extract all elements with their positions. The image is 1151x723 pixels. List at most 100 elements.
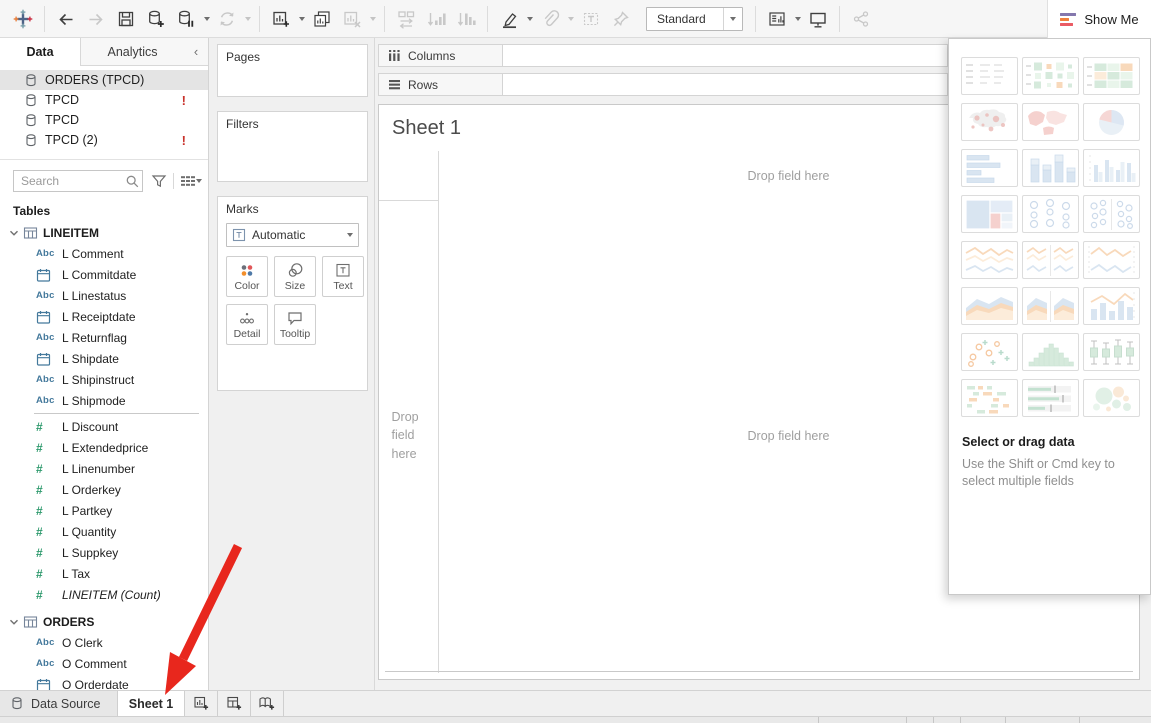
- undo-button[interactable]: [52, 4, 80, 34]
- data-source-item[interactable]: TPCD (2)!: [0, 130, 208, 150]
- field-row[interactable]: AbcL Returnflag: [0, 327, 205, 348]
- highlight-button[interactable]: [495, 4, 523, 34]
- showme-highlight-table[interactable]: [1083, 57, 1140, 95]
- field-row[interactable]: #L Linenumber: [0, 458, 205, 479]
- rows-shelf-droparea[interactable]: [503, 74, 947, 95]
- data-source-item[interactable]: TPCD: [0, 110, 208, 130]
- table-header-lineitem[interactable]: LINEITEM: [0, 222, 205, 243]
- columns-shelf[interactable]: Columns: [378, 44, 948, 67]
- showme-lines-discrete[interactable]: [1022, 241, 1079, 279]
- new-worksheet-button[interactable]: [267, 4, 295, 34]
- mark-type-caret[interactable]: [341, 224, 358, 246]
- showme-gantt[interactable]: [961, 379, 1018, 417]
- run-auto-updates-icon: [217, 9, 237, 29]
- field-row[interactable]: L Shipdate: [0, 348, 205, 369]
- view-options-caret[interactable]: [196, 166, 202, 196]
- collapse-pane-icon[interactable]: ‹: [184, 38, 208, 65]
- columns-shelf-droparea[interactable]: [503, 45, 947, 66]
- pause-auto-updates-dropdown-caret[interactable]: [201, 4, 212, 34]
- data-source-item[interactable]: ORDERS (TPCD): [0, 70, 208, 90]
- data-source-tab[interactable]: Data Source: [0, 691, 118, 716]
- new-worksheet-tab-button[interactable]: [185, 691, 218, 716]
- filter-fields-icon[interactable]: [151, 173, 167, 189]
- text-mark-button[interactable]: Text: [322, 256, 364, 297]
- showme-dual-lines[interactable]: [1083, 241, 1140, 279]
- field-row[interactable]: AbcO Clerk: [0, 632, 205, 653]
- field-row[interactable]: #L Suppkey: [0, 542, 205, 563]
- database-icon: [24, 133, 45, 148]
- color-mark-button[interactable]: Color: [226, 256, 268, 297]
- field-row[interactable]: AbcL Comment: [0, 243, 205, 264]
- fit-select[interactable]: Standard: [646, 7, 743, 31]
- showme-side-by-side-circles[interactable]: [1083, 195, 1140, 233]
- showme-pie-chart[interactable]: [1083, 103, 1140, 141]
- showme-symbol-map[interactable]: [961, 103, 1018, 141]
- field-row[interactable]: L Commitdate: [0, 264, 205, 285]
- drop-zone-rows[interactable]: Drop field here: [379, 200, 438, 671]
- showme-scatter-plot[interactable]: [961, 333, 1018, 371]
- showme-heat-map[interactable]: [1022, 57, 1079, 95]
- field-row[interactable]: #L Orderkey: [0, 479, 205, 500]
- search-input[interactable]: [14, 174, 122, 188]
- tab-data[interactable]: Data: [0, 38, 81, 66]
- field-row[interactable]: #L Discount: [0, 416, 205, 437]
- showme-horizontal-bars[interactable]: [961, 149, 1018, 187]
- table-header-orders[interactable]: ORDERS: [0, 611, 205, 632]
- string-field-icon: Abc: [36, 658, 62, 669]
- show-hide-cards-dropdown-caret[interactable]: [792, 4, 803, 34]
- view-options-icon[interactable]: [180, 174, 196, 188]
- field-row[interactable]: #LINEITEM (Count): [0, 584, 205, 605]
- rows-shelf[interactable]: Rows: [378, 73, 948, 96]
- showme-text-table[interactable]: [961, 57, 1018, 95]
- field-row[interactable]: #L Extendedprice: [0, 437, 205, 458]
- showme-packed-bubbles[interactable]: [1083, 379, 1140, 417]
- show-hide-cards-button[interactable]: [763, 4, 791, 34]
- field-row[interactable]: #L Quantity: [0, 521, 205, 542]
- data-source-item[interactable]: TPCD!: [0, 90, 208, 110]
- filters-shelf[interactable]: Filters: [217, 111, 368, 182]
- highlight-dropdown-caret[interactable]: [524, 4, 535, 34]
- field-row[interactable]: AbcL Linestatus: [0, 285, 205, 306]
- tab-analytics[interactable]: Analytics: [81, 38, 184, 65]
- fit-select-caret[interactable]: [723, 8, 742, 30]
- showme-box-and-whisker[interactable]: [1083, 333, 1140, 371]
- showme-lines-continuous[interactable]: [961, 241, 1018, 279]
- chevron-down-icon[interactable]: [8, 227, 23, 239]
- field-row[interactable]: #L Partkey: [0, 500, 205, 521]
- field-row[interactable]: AbcL Shipinstruct: [0, 369, 205, 390]
- chevron-down-icon[interactable]: [8, 616, 23, 628]
- showme-bullet-graph[interactable]: [1022, 379, 1079, 417]
- data-pane: Data Analytics ‹ ORDERS (TPCD)TPCD!TPCDT…: [0, 38, 209, 690]
- showme-filled-map[interactable]: [1022, 103, 1079, 141]
- field-row[interactable]: AbcL Shipmode: [0, 390, 205, 411]
- field-row[interactable]: AbcO Comment: [0, 653, 205, 674]
- pages-shelf[interactable]: Pages: [217, 44, 368, 97]
- showme-circle-views[interactable]: [1022, 195, 1079, 233]
- presentation-mode-button[interactable]: [804, 4, 832, 34]
- tooltip-mark-button[interactable]: Tooltip: [274, 304, 316, 345]
- duplicate-sheet-button[interactable]: [308, 4, 336, 34]
- detail-mark-button[interactable]: Detail: [226, 304, 268, 345]
- pause-auto-updates-button[interactable]: [172, 4, 200, 34]
- field-row[interactable]: #L Tax: [0, 563, 205, 584]
- new-data-source-button[interactable]: [142, 4, 170, 34]
- sheet-1-tab[interactable]: Sheet 1: [118, 691, 185, 716]
- mark-type-dropdown[interactable]: Automatic: [226, 223, 359, 247]
- showme-dual-combination[interactable]: [1083, 287, 1140, 325]
- show-me-button[interactable]: Show Me: [1047, 0, 1151, 38]
- showme-histogram[interactable]: [1022, 333, 1079, 371]
- tableau-logo-button[interactable]: [9, 4, 37, 34]
- field-row[interactable]: O Orderdate: [0, 674, 205, 690]
- showme-area-discrete[interactable]: [1022, 287, 1079, 325]
- table-group: LINEITEMAbcL CommentL CommitdateAbcL Lin…: [0, 222, 205, 605]
- showme-treemap[interactable]: [961, 195, 1018, 233]
- save-button[interactable]: [112, 4, 140, 34]
- showme-side-by-side-bars[interactable]: [1083, 149, 1140, 187]
- new-story-tab-button[interactable]: [251, 691, 284, 716]
- new-worksheet-dropdown-caret[interactable]: [296, 4, 307, 34]
- size-mark-button[interactable]: Size: [274, 256, 316, 297]
- new-dashboard-tab-button[interactable]: [218, 691, 251, 716]
- field-row[interactable]: L Receiptdate: [0, 306, 205, 327]
- showme-stacked-bars[interactable]: [1022, 149, 1079, 187]
- showme-area-continuous[interactable]: [961, 287, 1018, 325]
